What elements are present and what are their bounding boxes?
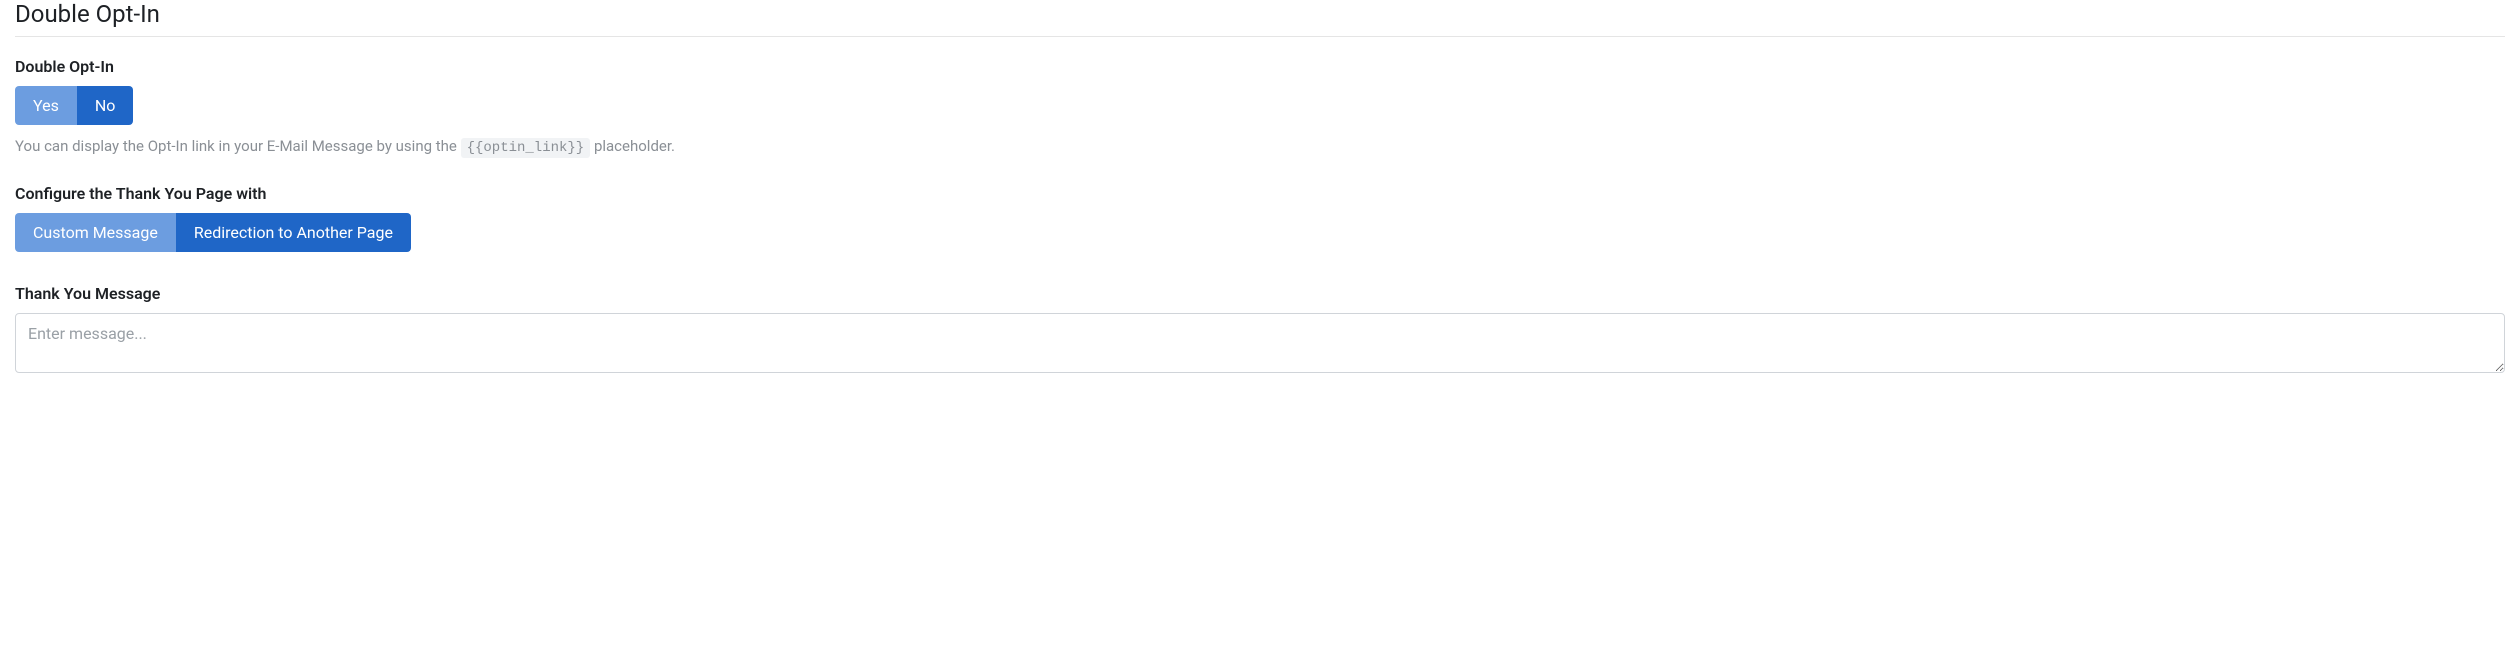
help-text-pre: You can display the Opt-In link in your … [15,137,461,155]
opt-in-yes-button[interactable]: Yes [15,86,77,125]
redirection-button[interactable]: Redirection to Another Page [176,213,411,252]
help-text-code: {{optin_link}} [461,138,591,158]
custom-message-button[interactable]: Custom Message [15,213,176,252]
opt-in-toggle-group: Yes No [15,86,133,125]
thank-you-config-label: Configure the Thank You Page with [15,184,2505,203]
opt-in-help-text: You can display the Opt-In link in your … [15,137,2505,156]
section-title: Double Opt-In [15,0,2505,37]
double-opt-in-label: Double Opt-In [15,57,2505,76]
thank-you-config-field: Configure the Thank You Page with Custom… [15,184,2505,264]
help-text-post: placeholder. [590,137,675,155]
thank-you-message-input[interactable] [15,313,2505,373]
thank-you-message-label: Thank You Message [15,284,2505,303]
thank-you-toggle-group: Custom Message Redirection to Another Pa… [15,213,411,252]
opt-in-no-button[interactable]: No [77,86,134,125]
thank-you-message-field: Thank You Message [15,284,2505,377]
double-opt-in-field: Double Opt-In Yes No You can display the… [15,57,2505,156]
